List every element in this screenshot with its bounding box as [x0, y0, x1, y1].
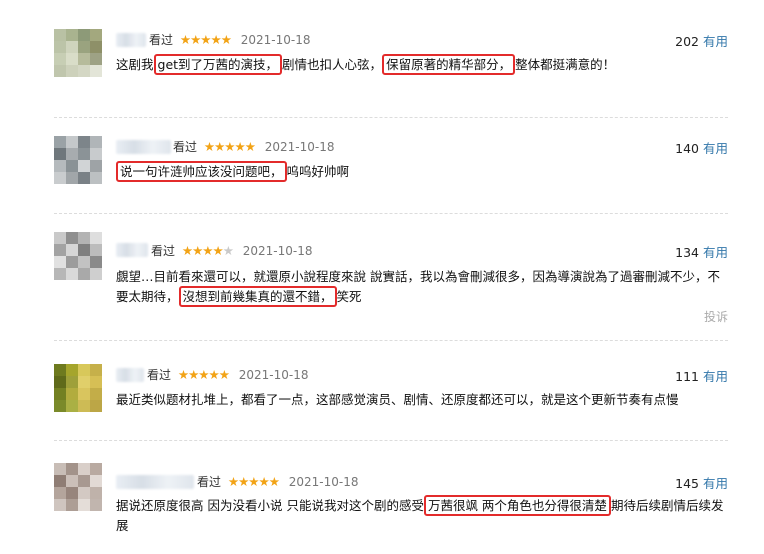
star-filled-icon: ★: [200, 32, 211, 47]
divider: [54, 340, 728, 341]
star-filled-icon: ★: [248, 474, 259, 489]
star-filled-icon: ★: [192, 243, 203, 258]
star-filled-icon: ★: [234, 139, 246, 154]
star-filled-icon: ★: [227, 474, 239, 489]
useful-button[interactable]: 有用: [703, 369, 728, 384]
votes: 134 有用: [675, 242, 728, 261]
review-text-segment: 笑死: [336, 289, 362, 304]
review-text-segment: 整体都挺满意的！: [515, 57, 616, 72]
star-filled-icon: ★: [214, 139, 225, 154]
report-link[interactable]: 投诉: [704, 308, 728, 325]
highlighted-phrase: get到了万茜的演技，: [153, 54, 283, 75]
avatar[interactable]: [54, 136, 102, 184]
review-meta: 看过 ★★★★★ 2021-10-18: [149, 31, 311, 48]
rating-stars: ★★★★★: [179, 32, 232, 47]
highlighted-phrase: 说一句许涟帅应该没问题吧，: [116, 161, 287, 182]
vote-count: 202: [675, 34, 699, 49]
username-blurred[interactable]: [116, 33, 146, 47]
star-filled-icon: ★: [179, 32, 191, 47]
star-filled-icon: ★: [198, 367, 209, 382]
username-blurred[interactable]: [116, 475, 194, 489]
avatar[interactable]: [54, 29, 102, 77]
votes: 111 有用: [675, 366, 728, 385]
review-meta: 看过 ★★★★★ 2021-10-18: [173, 138, 335, 155]
avatar[interactable]: [54, 232, 102, 280]
star-filled-icon: ★: [181, 243, 193, 258]
review-text-segment: 呜呜好帅啊: [286, 164, 350, 179]
vote-count: 140: [675, 141, 699, 156]
watched-label: 看过: [151, 244, 176, 258]
useful-button[interactable]: 有用: [703, 245, 728, 260]
divider: [54, 213, 728, 214]
rating-stars: ★★★★★: [203, 139, 256, 154]
star-filled-icon: ★: [188, 367, 199, 382]
useful-button[interactable]: 有用: [703, 34, 728, 49]
rating-stars: ★★★★★: [227, 474, 280, 489]
review-text-segment: 据说还原度很高 因为没看小说 只能说我对这个剧的感受: [116, 498, 424, 513]
review-date: 2021-10-18: [242, 244, 313, 258]
divider: [54, 117, 728, 118]
watched-label: 看过: [147, 368, 172, 382]
star-filled-icon: ★: [177, 367, 189, 382]
watched-label: 看过: [149, 33, 174, 47]
review-date: 2021-10-18: [264, 140, 335, 154]
watched-label: 看过: [197, 475, 222, 489]
star-filled-icon: ★: [202, 243, 213, 258]
star-filled-icon: ★: [224, 139, 235, 154]
review-text-segment: 最近类似题材扎堆上，都看了一点，这部感觉演员、剧情、还原度都还可以，就是这个更新…: [116, 392, 679, 407]
highlighted-phrase: 保留原著的精华部分，: [382, 54, 516, 75]
votes: 145 有用: [675, 473, 728, 492]
review-text: 这剧我 get到了万茜的演技， 剧情也扣人心弦， 保留原著的精华部分， 整体都挺满意的！: [116, 54, 728, 75]
star-filled-icon: ★: [268, 474, 280, 489]
review-meta: 看过 ★★★★★ 2021-10-18: [151, 242, 313, 259]
review-meta: 看过 ★★★★★ 2021-10-18: [147, 366, 309, 383]
vote-count: 111: [675, 369, 699, 384]
star-filled-icon: ★: [208, 367, 220, 382]
star-filled-icon: ★: [190, 32, 201, 47]
star-filled-icon: ★: [218, 367, 230, 382]
star-filled-icon: ★: [220, 32, 232, 47]
useful-button[interactable]: 有用: [703, 141, 728, 156]
avatar[interactable]: [54, 463, 102, 511]
review-text: 最近类似题材扎堆上，都看了一点，这部感觉演员、剧情、还原度都还可以，就是这个更新…: [116, 390, 728, 410]
review-text: 覷望…目前看來還可以，就還原小說程度來說 說實話，我以為會刪減很多，因為導演說為…: [116, 267, 728, 307]
star-filled-icon: ★: [258, 474, 270, 489]
review-text-segment: 这剧我: [116, 57, 154, 72]
username-blurred[interactable]: [116, 140, 171, 154]
highlighted-phrase: 万茜很飒 两个角色也分得很清楚: [423, 495, 611, 516]
review-meta: 看过 ★★★★★ 2021-10-18: [197, 473, 359, 490]
votes: 140 有用: [675, 138, 728, 157]
star-filled-icon: ★: [238, 474, 249, 489]
rating-stars: ★★★★★: [177, 367, 230, 382]
review-text: 说一句许涟帅应该没问题吧， 呜呜好帅啊: [116, 161, 728, 182]
star-empty-icon: ★: [222, 243, 234, 258]
useful-button[interactable]: 有用: [703, 476, 728, 491]
highlighted-phrase: 沒想到前幾集真的還不錯，: [178, 286, 337, 307]
vote-count: 145: [675, 476, 699, 491]
star-filled-icon: ★: [212, 243, 224, 258]
star-filled-icon: ★: [244, 139, 256, 154]
watched-label: 看过: [173, 140, 198, 154]
username-blurred[interactable]: [116, 368, 144, 382]
votes: 202 有用: [675, 31, 728, 50]
review-date: 2021-10-18: [288, 475, 359, 489]
vote-count: 134: [675, 245, 699, 260]
review-date: 2021-10-18: [238, 368, 309, 382]
avatar[interactable]: [54, 364, 102, 412]
review-text: 据说还原度很高 因为没看小说 只能说我对这个剧的感受 万茜很飒 两个角色也分得很清…: [116, 495, 728, 536]
star-filled-icon: ★: [210, 32, 222, 47]
review-date: 2021-10-18: [240, 33, 311, 47]
review-text-segment: 剧情也扣人心弦，: [282, 57, 383, 72]
rating-stars: ★★★★★: [181, 243, 234, 258]
star-filled-icon: ★: [203, 139, 215, 154]
divider: [54, 440, 728, 441]
username-blurred[interactable]: [116, 243, 148, 257]
